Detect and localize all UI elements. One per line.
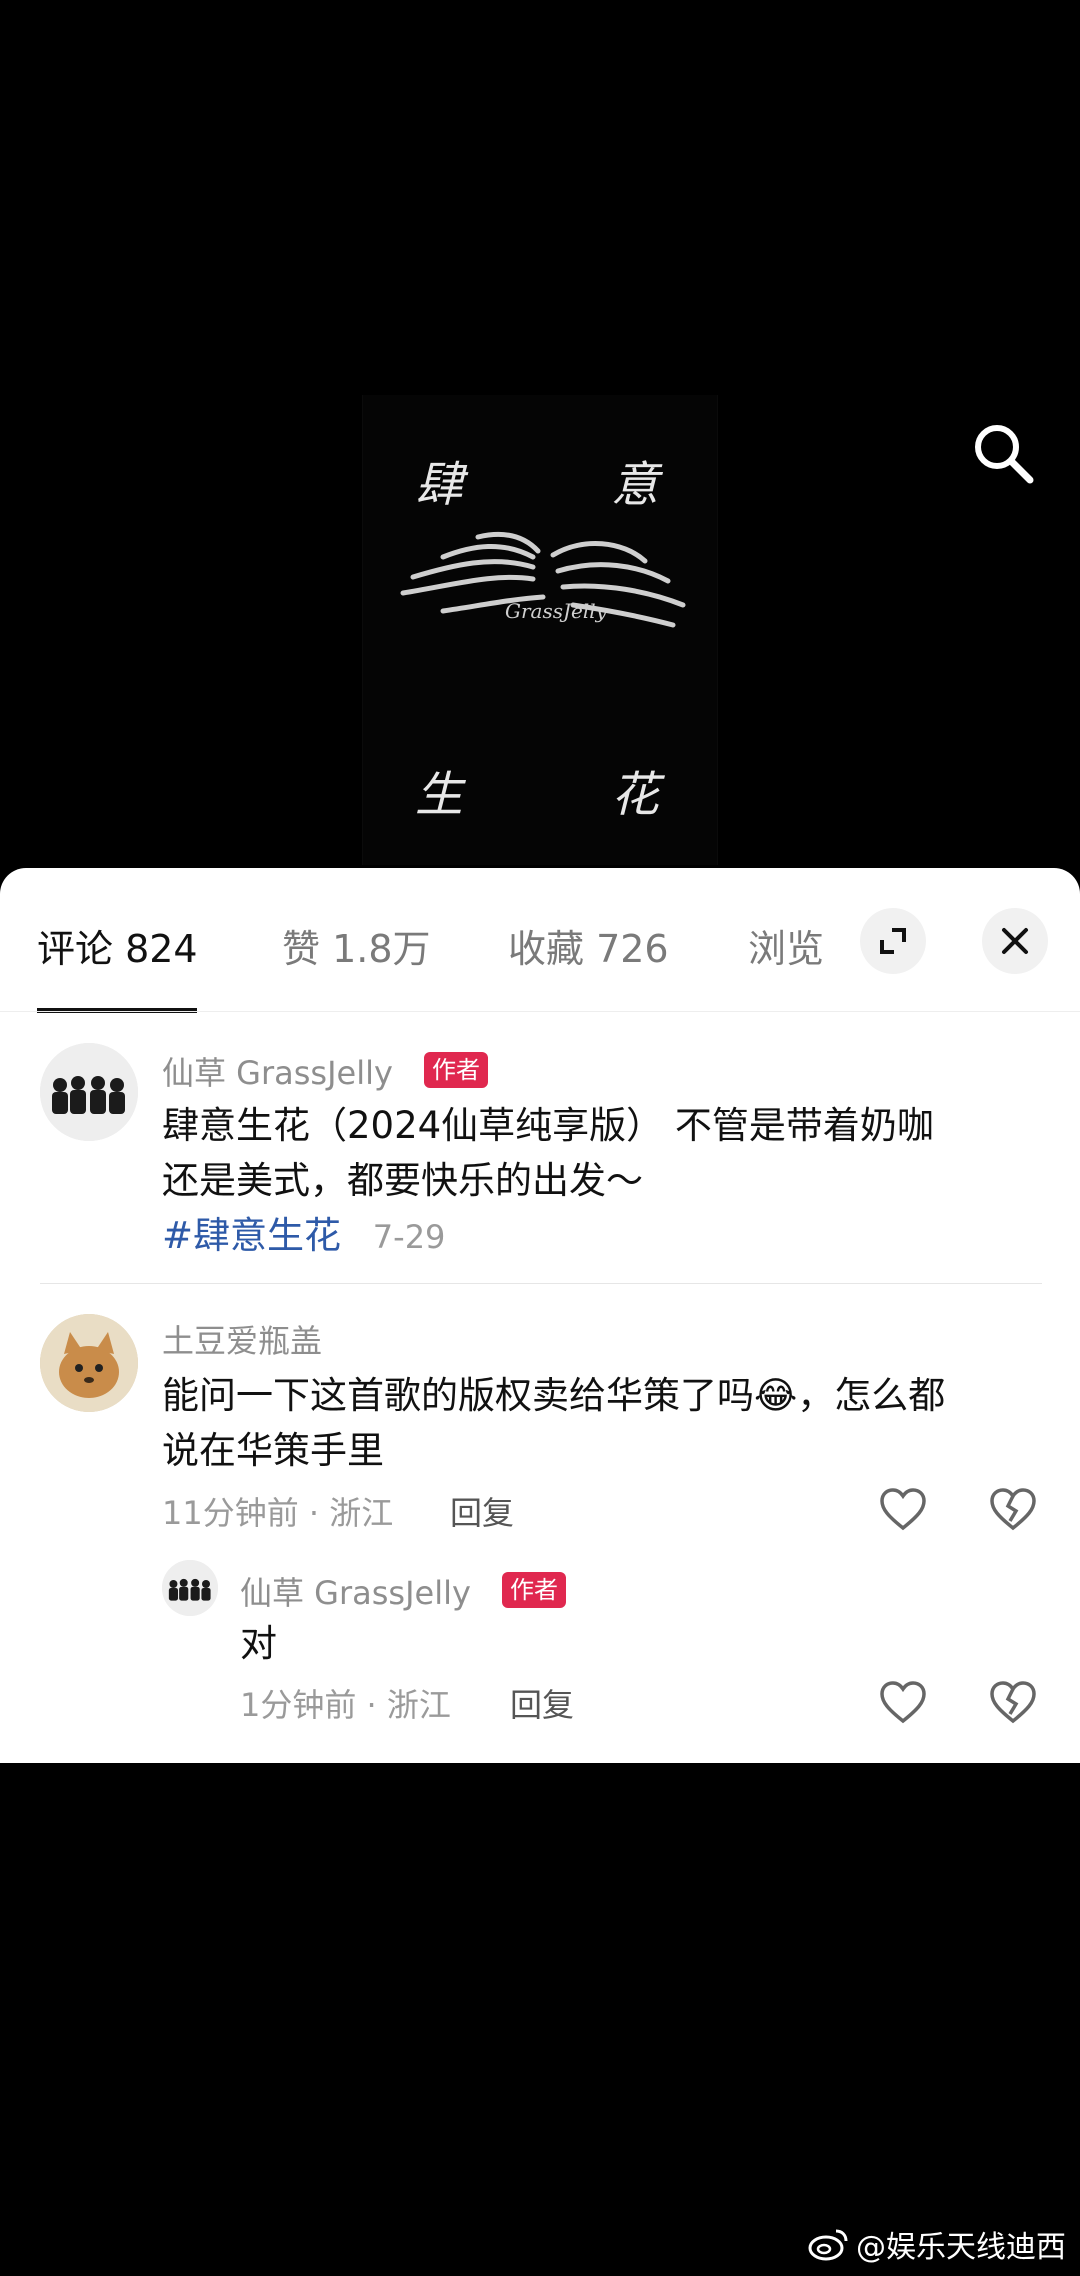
tab-bar: 评论 824 赞 1.8万 收藏 726 浏览 (0, 868, 1080, 1013)
reply-author-name[interactable]: 仙草 GrassJelly (240, 1568, 471, 1614)
commenter-name[interactable]: 土豆爱瓶盖 (162, 1316, 322, 1362)
cover-char: 花 (611, 767, 660, 823)
reply-text: 对 (240, 1622, 277, 1665)
cover-char: 肆 (415, 457, 464, 513)
cat-avatar-icon (40, 1314, 138, 1412)
comment-text: 能问一下这首歌的版权卖给华策了吗 (162, 1374, 754, 1417)
swirl-logo: GrassJelly (400, 531, 686, 628)
comment-text-line2: 说在华策手里 (162, 1429, 384, 1472)
broken-heart-icon[interactable] (988, 1485, 1038, 1535)
heart-icon[interactable] (878, 1678, 928, 1728)
comment-text-tail: ，怎么都 (797, 1374, 946, 1417)
logo-text: GrassJelly (505, 599, 608, 623)
author-badge: 作者 (424, 1052, 488, 1088)
album-cover[interactable]: 肆 意 GrassJelly 生 花 (362, 395, 718, 865)
tab-views[interactable]: 浏览 (748, 918, 824, 973)
broken-heart-icon[interactable] (988, 1678, 1038, 1728)
heart-icon[interactable] (878, 1485, 928, 1535)
post-text-line2: 还是美式，都要快乐的出发～ (162, 1159, 643, 1202)
comment-time-location: 11分钟前 · 浙江 (162, 1494, 394, 1532)
band-photo-icon (162, 1560, 218, 1616)
search-icon[interactable] (970, 420, 1036, 486)
tab-likes[interactable]: 赞 1.8万 (282, 918, 431, 973)
reply-author-avatar[interactable] (162, 1560, 218, 1616)
expand-icon (880, 928, 906, 954)
post-author-name[interactable]: 仙草 GrassJelly (162, 1048, 393, 1094)
author-badge: 作者 (502, 1572, 566, 1608)
reply-time-location: 1分钟前 · 浙江 (240, 1686, 451, 1724)
watermark-text: @娱乐天线迪西 (856, 2230, 1066, 2265)
post-meta-row: #肆意生花 7-29 (162, 1208, 445, 1265)
cover-char: 意 (611, 457, 660, 513)
comment-panel: 评论 824 赞 1.8万 收藏 726 浏览 仙草 GrassJelly 作者… (0, 868, 1080, 1763)
post-text-line1: 肆意生花（2024仙草纯享版） 不管是带着奶咖 (162, 1104, 934, 1147)
tab-divider (0, 1011, 1080, 1012)
band-photo-icon (40, 1043, 138, 1141)
hashtag-link[interactable]: #肆意生花 (162, 1214, 341, 1257)
laugh-cry-emoji-icon: 😂 (754, 1374, 798, 1417)
post-date: 7-29 (372, 1218, 446, 1256)
reply-button[interactable]: 回复 (510, 1680, 574, 1726)
close-icon (1002, 928, 1028, 954)
comment-divider (40, 1283, 1042, 1284)
tab-comments[interactable]: 评论 824 (37, 918, 198, 973)
reply-button[interactable]: 回复 (450, 1488, 514, 1534)
weibo-icon (808, 2229, 848, 2261)
watermark: @娱乐天线迪西 (808, 2222, 1066, 2266)
author-avatar[interactable] (40, 1043, 138, 1141)
comment-text-line1: 能问一下这首歌的版权卖给华策了吗😂，怎么都 (162, 1368, 945, 1423)
commenter-avatar[interactable] (40, 1314, 138, 1412)
close-button[interactable] (982, 908, 1048, 974)
tab-favorites[interactable]: 收藏 726 (508, 918, 669, 973)
cover-char: 生 (415, 767, 464, 823)
expand-button[interactable] (860, 908, 926, 974)
